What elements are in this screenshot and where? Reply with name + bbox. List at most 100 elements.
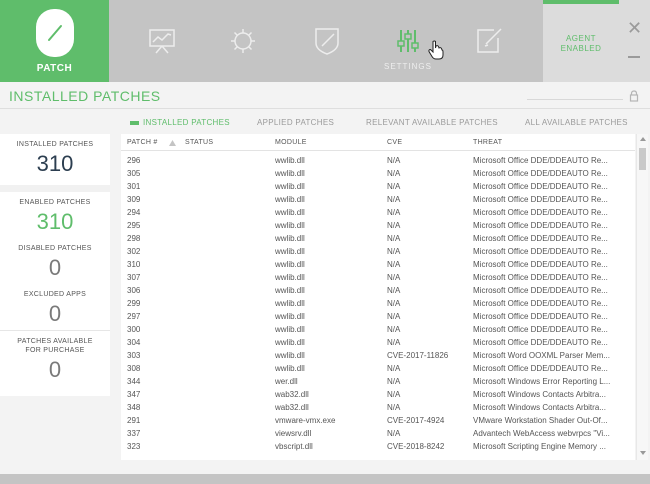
- table-row[interactable]: 323ENABLEDvbscript.dllCVE-2018-8242Micro…: [121, 440, 635, 453]
- stat-divider: [0, 185, 110, 192]
- nav-settings-label: SETTINGS: [383, 62, 432, 71]
- table-row[interactable]: 294ENABLEDwwlib.dllN/AMicrosoft Office D…: [121, 206, 635, 219]
- stat-value: 0: [48, 357, 62, 382]
- cve-cell: N/A: [387, 338, 401, 347]
- table-row[interactable]: 306ENABLEDwwlib.dllN/AMicrosoft Office D…: [121, 284, 635, 297]
- table-row[interactable]: 302ENABLEDwwlib.dllN/AMicrosoft Office D…: [121, 245, 635, 258]
- module-cell: wwlib.dll: [275, 195, 305, 204]
- table-row[interactable]: 300ENABLEDwwlib.dllN/AMicrosoft Office D…: [121, 323, 635, 336]
- scroll-thumb[interactable]: [639, 148, 646, 170]
- column-header-status[interactable]: STATUS: [185, 139, 213, 146]
- cve-cell: N/A: [387, 156, 401, 165]
- threat-cell: Microsoft Office DDE/DDEAUTO Re...: [473, 169, 608, 178]
- column-header-module[interactable]: MODULE: [275, 139, 307, 146]
- nav-protection[interactable]: [286, 0, 368, 82]
- minimize-icon[interactable]: [628, 56, 640, 58]
- patch-id-cell: 309: [127, 195, 141, 204]
- tab-applied-patches[interactable]: APPLIED PATCHES: [257, 118, 334, 127]
- agent-status-line1: AGENT: [565, 34, 597, 43]
- column-header-patch[interactable]: PATCH #: [127, 139, 158, 146]
- table-row[interactable]: 308ENABLEDwwlib.dllN/AMicrosoft Office D…: [121, 362, 635, 375]
- stat-label: EXCLUDED APPS: [23, 291, 87, 298]
- agent-status-toggle[interactable]: AGENT ENABLED: [543, 0, 619, 82]
- patch-id-cell: 297: [127, 312, 141, 321]
- table-row[interactable]: 307ENABLEDwwlib.dllN/AMicrosoft Office D…: [121, 271, 635, 284]
- nav-dashboard[interactable]: [121, 0, 203, 82]
- active-tab-indicator: [130, 120, 139, 125]
- patch-id-cell: 305: [127, 169, 141, 178]
- stat-label: ENABLED PATCHES: [19, 199, 91, 206]
- threat-cell: Microsoft Office DDE/DDEAUTO Re...: [473, 299, 608, 308]
- table-row[interactable]: 298ENABLEDwwlib.dllN/AMicrosoft Office D…: [121, 232, 635, 245]
- close-icon[interactable]: ✕: [619, 18, 650, 39]
- stat-label: INSTALLED PATCHES: [16, 141, 94, 148]
- patch-id-cell: 302: [127, 247, 141, 256]
- patch-id-cell: 344: [127, 377, 141, 386]
- title-divider: [0, 108, 650, 109]
- patch-id-cell: 299: [127, 299, 141, 308]
- crosshair-gear-icon: [231, 29, 255, 53]
- stat-value: 310: [36, 151, 74, 176]
- scroll-up-icon[interactable]: [640, 137, 646, 141]
- table-row[interactable]: 303ENABLEDwwlib.dllCVE-2017-11826Microso…: [121, 349, 635, 362]
- threat-cell: Microsoft Office DDE/DDEAUTO Re...: [473, 364, 608, 373]
- patch-id-cell: 294: [127, 208, 141, 217]
- table-row[interactable]: 348ENABLEDwab32.dllN/AMicrosoft Windows …: [121, 401, 635, 414]
- table-row[interactable]: 337ENABLEDviewsrv.dllN/AAdvantech WebAcc…: [121, 427, 635, 440]
- shield-icon: [315, 28, 339, 55]
- threat-cell: Microsoft Office DDE/DDEAUTO Re...: [473, 234, 608, 243]
- table-row[interactable]: 291ENABLEDvmware-vmx.exeCVE-2017-4924VMw…: [121, 414, 635, 427]
- table-row[interactable]: 301ENABLEDwwlib.dllN/AMicrosoft Office D…: [121, 180, 635, 193]
- patch-brand-button[interactable]: PATCH: [0, 0, 109, 82]
- module-cell: wwlib.dll: [275, 234, 305, 243]
- table-scrollbar[interactable]: [636, 134, 648, 460]
- nav-notes[interactable]: [448, 0, 530, 82]
- module-cell: wwlib.dll: [275, 338, 305, 347]
- module-cell: wwlib.dll: [275, 260, 305, 269]
- table-row[interactable]: 347ENABLEDwab32.dllN/AMicrosoft Windows …: [121, 388, 635, 401]
- tab-all-available-patches[interactable]: ALL AVAILABLE PATCHES: [525, 118, 628, 127]
- lock-icon[interactable]: [629, 90, 639, 102]
- threat-cell: VMware Workstation Shader Out-Of...: [473, 416, 608, 425]
- table-row[interactable]: 344ENABLEDwer.dllN/AMicrosoft Windows Er…: [121, 375, 635, 388]
- top-navigation: PATCH SETTINGS AGENT ENABLED ✕: [0, 0, 650, 82]
- threat-cell: Microsoft Office DDE/DDEAUTO Re...: [473, 286, 608, 295]
- cve-cell: N/A: [387, 403, 401, 412]
- stat-value: 0: [48, 301, 62, 326]
- table-row[interactable]: 309ENABLEDwwlib.dllN/AMicrosoft Office D…: [121, 193, 635, 206]
- module-cell: vmware-vmx.exe: [275, 416, 336, 425]
- table-row[interactable]: 299ENABLEDwwlib.dllN/AMicrosoft Office D…: [121, 297, 635, 310]
- table-row[interactable]: 297ENABLEDwwlib.dllN/AMicrosoft Office D…: [121, 310, 635, 323]
- search-input[interactable]: [527, 90, 623, 100]
- sort-ascending-icon[interactable]: [169, 140, 176, 146]
- table-row[interactable]: 305ENABLEDwwlib.dllN/AMicrosoft Office D…: [121, 167, 635, 180]
- tab-installed-patches[interactable]: INSTALLED PATCHES: [130, 118, 230, 127]
- cve-cell: N/A: [387, 286, 401, 295]
- nav-detection[interactable]: [202, 0, 284, 82]
- stat-excluded: EXCLUDED APPS 0: [0, 290, 110, 327]
- cve-cell: N/A: [387, 169, 401, 178]
- scroll-down-icon[interactable]: [640, 451, 646, 455]
- column-header-threat[interactable]: THREAT: [473, 139, 502, 146]
- edit-icon: [477, 28, 502, 53]
- patches-table: PATCH # STATUS MODULE CVE THREAT 296ENAB…: [121, 134, 635, 460]
- tab-relevant-available-patches[interactable]: RELEVANT AVAILABLE PATCHES: [366, 118, 498, 127]
- table-row[interactable]: 304ENABLEDwwlib.dllN/AMicrosoft Office D…: [121, 336, 635, 349]
- module-cell: wwlib.dll: [275, 299, 305, 308]
- patch-id-cell: 304: [127, 338, 141, 347]
- threat-cell: Microsoft Office DDE/DDEAUTO Re...: [473, 312, 608, 321]
- table-row[interactable]: 310ENABLEDwwlib.dllN/AMicrosoft Office D…: [121, 258, 635, 271]
- module-cell: wwlib.dll: [275, 182, 305, 191]
- column-header-cve[interactable]: CVE: [387, 139, 402, 146]
- patch-id-cell: 306: [127, 286, 141, 295]
- table-row[interactable]: 296ENABLEDwwlib.dllN/AMicrosoft Office D…: [121, 154, 635, 167]
- threat-cell: Microsoft Scripting Engine Memory ...: [473, 442, 606, 451]
- threat-cell: Microsoft Windows Contacts Arbitra...: [473, 403, 606, 412]
- cve-cell: CVE-2017-11826: [387, 351, 449, 360]
- table-row[interactable]: 295ENABLEDwwlib.dllN/AMicrosoft Office D…: [121, 219, 635, 232]
- cve-cell: N/A: [387, 273, 401, 282]
- cve-cell: CVE-2018-8242: [387, 442, 445, 451]
- module-cell: wab32.dll: [275, 403, 309, 412]
- page-title: INSTALLED PATCHES: [9, 88, 161, 104]
- threat-cell: Microsoft Office DDE/DDEAUTO Re...: [473, 156, 608, 165]
